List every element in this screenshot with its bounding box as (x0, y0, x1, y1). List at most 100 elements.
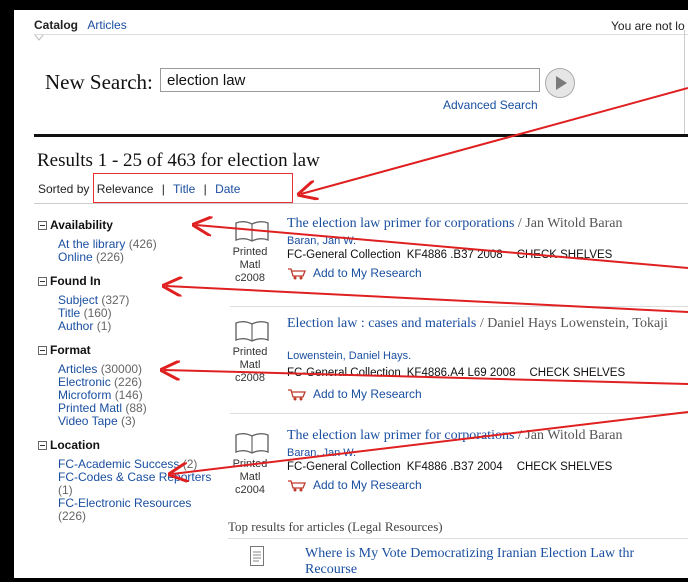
record-title-link[interactable]: The election law primer for corporations (287, 216, 514, 231)
facet-item-count: (327) (101, 293, 130, 307)
search-submit-button[interactable] (545, 68, 575, 98)
article-title-line[interactable]: Recourse (305, 562, 688, 578)
add-to-research-label[interactable]: Add to My Research (313, 266, 422, 280)
add-to-research-button[interactable]: Add to My Research (287, 266, 422, 280)
facet-item[interactable]: Online (226) (58, 251, 218, 264)
cart-icon (288, 480, 306, 492)
record-holdings: FC-General Collection KF4886 .B37 2004 CHE… (287, 461, 612, 473)
pub-year: c2008 (235, 372, 265, 384)
cart-icon (288, 268, 306, 280)
facet-item-label[interactable]: Author (58, 319, 93, 333)
facet-header[interactable]: Found In (38, 274, 218, 288)
facet-header[interactable]: Format (38, 343, 218, 357)
facet-item-count: (1) (96, 319, 112, 333)
record-author-link[interactable]: Lowenstein, Daniel Hays. (287, 350, 411, 362)
search-input[interactable] (160, 68, 540, 92)
record-title-line: Election law : cases and materials / Dan… (287, 316, 687, 332)
add-to-research-label[interactable]: Add to My Research (313, 478, 422, 492)
facet-item-label[interactable]: Title (58, 306, 80, 320)
book-icon (235, 433, 269, 454)
result-record: Printed Matl c2004 The election law prim… (230, 428, 688, 518)
record-title-author: / Jan Witold Baran (514, 428, 623, 443)
facet-item-count: (2) (182, 457, 198, 471)
article-title-link[interactable]: Where is My Vote Democratizing Iranian E… (305, 546, 688, 578)
call-number: KF4886.A4 L69 2008 (406, 367, 516, 379)
nav-divider (34, 34, 688, 35)
collapse-icon[interactable] (38, 276, 47, 286)
format-line: Matl (239, 359, 261, 371)
facet-item-label[interactable]: FC-Academic Success (58, 457, 179, 471)
right-column-divider (684, 30, 685, 134)
facet-item-label[interactable]: FC-Codes & Case Reporters (58, 470, 211, 484)
facet-item[interactable]: FC-Electronic Resources (226) (58, 497, 218, 523)
format-line: Printed (232, 346, 268, 358)
facet-item-label[interactable]: Electronic (58, 375, 111, 389)
record-author-link[interactable]: Baran, Jan W. (287, 447, 356, 459)
book-icon (235, 221, 269, 242)
record-title-line: The election law primer for corporations… (287, 216, 687, 232)
facet-item-count: (226) (58, 509, 87, 523)
login-status: You are not lo (611, 19, 685, 33)
format-line: Printed (232, 246, 268, 258)
search-label: New Search: (45, 70, 153, 94)
facet-title: Found In (50, 274, 101, 288)
tab-articles[interactable]: Articles (87, 18, 126, 32)
facet-header[interactable]: Availability (38, 218, 218, 232)
collection-name: FC-General Collection (287, 367, 401, 379)
facet-availability: Availability At the library (426) Online… (38, 218, 218, 264)
screenshot-frame: Catalog Articles You are not lo New Sear… (0, 0, 688, 582)
collapse-icon[interactable] (38, 440, 47, 450)
collapse-icon[interactable] (38, 220, 47, 230)
record-holdings: FC-General Collection KF4886 .B37 2008 CHE… (287, 249, 612, 261)
record-title-link[interactable]: Election law : cases and materials (287, 316, 476, 331)
facet-item-label[interactable]: Subject (58, 293, 98, 307)
advanced-search-link[interactable]: Advanced Search (443, 98, 538, 112)
availability-status: CHECK SHELVES (516, 461, 613, 473)
article-title-line[interactable]: Where is My Vote Democratizing Iranian E… (305, 546, 688, 562)
facet-item-label[interactable]: Video Tape (58, 414, 118, 428)
facet-item-label[interactable]: At the library (58, 237, 125, 251)
facet-item-label[interactable]: Printed Matl (58, 401, 122, 415)
articles-divider (228, 538, 688, 539)
format-label: Printed Matl c2008 (230, 246, 270, 285)
sort-label: Sorted by (38, 182, 90, 196)
record-author-link[interactable]: Baran, Jan W. (287, 235, 356, 247)
top-nav: Catalog Articles (34, 18, 127, 41)
facet-item-label[interactable]: Articles (58, 362, 97, 376)
result-divider (230, 306, 688, 307)
facet-item-count: (160) (83, 306, 112, 320)
facet-item-label[interactable]: Microform (58, 388, 111, 402)
record-title-link[interactable]: The election law primer for corporations (287, 428, 514, 443)
facet-item-count: (88) (125, 401, 147, 415)
format-label: Printed Matl c2004 (230, 458, 270, 497)
facet-item-label[interactable]: FC-Electronic Resources (58, 496, 191, 510)
add-to-research-button[interactable]: Add to My Research (287, 387, 422, 401)
availability-status: CHECK SHELVES (529, 367, 626, 379)
facet-item-label[interactable]: Online (58, 250, 93, 264)
result-record: Printed Matl c2008 The election law prim… (230, 216, 688, 306)
facet-item[interactable]: Author (1) (58, 320, 218, 333)
pub-year: c2004 (235, 484, 265, 496)
facet-title: Availability (50, 218, 113, 232)
facet-header[interactable]: Location (38, 438, 218, 452)
facet-item[interactable]: FC-Codes & Case Reporters (1) (58, 471, 218, 497)
collection-name: FC-General Collection (287, 249, 401, 261)
add-to-research-label[interactable]: Add to My Research (313, 387, 422, 401)
collapse-icon[interactable] (38, 345, 47, 355)
facet-item-count: (226) (114, 375, 143, 389)
facet-item-count: (426) (128, 237, 157, 251)
result-divider (230, 413, 688, 414)
articles-section-heading: Top results for articles (Legal Resource… (228, 519, 443, 534)
document-icon (250, 546, 264, 566)
facet-item-count: (1) (58, 483, 73, 497)
add-to-research-button[interactable]: Add to My Research (287, 478, 422, 492)
facet-item[interactable]: Video Tape (3) (58, 415, 218, 428)
results-title: Results 1 - 25 of 463 for election law (37, 150, 320, 171)
book-icon (235, 321, 269, 342)
result-record: Printed Matl c2008 Election law : cases … (230, 316, 688, 406)
facet-title: Format (50, 343, 91, 357)
tab-catalog[interactable]: Catalog (34, 18, 78, 32)
cart-icon (288, 389, 306, 401)
record-holdings: FC-General Collection KF4886.A4 L69 2008 C… (287, 367, 625, 379)
active-tab-pointer-icon (34, 34, 44, 41)
